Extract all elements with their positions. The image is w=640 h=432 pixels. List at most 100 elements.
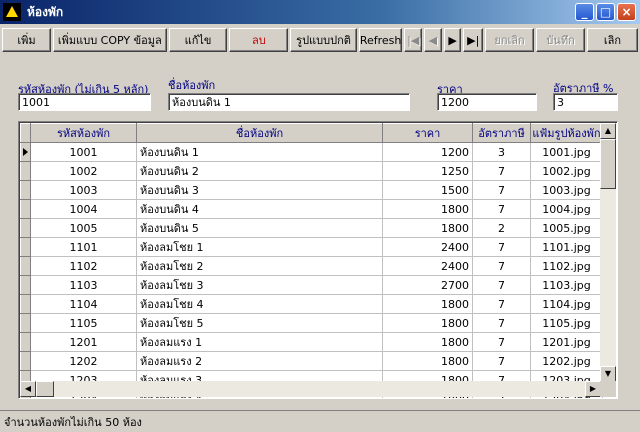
column-header-price[interactable]: ราคา [382, 123, 473, 143]
table-row[interactable]: 1001 ห้องบนดิน 1 1200 3 1001.jpg [20, 142, 603, 162]
table-row[interactable]: 1102 ห้องลมโชย 2 2400 7 1102.jpg [20, 256, 603, 276]
last-record-button[interactable]: ▶| [463, 28, 484, 52]
cell-room-id[interactable]: 1102 [30, 256, 137, 276]
room-id-input[interactable] [18, 93, 151, 111]
cell-room-id[interactable]: 1104 [30, 294, 137, 314]
cell-price[interactable]: 1200 [382, 142, 473, 162]
room-grid[interactable]: รหัสห้องพัก ชื่อห้องพัก ราคา อัตราภาษี แ… [18, 121, 618, 399]
cell-room-id[interactable]: 1105 [30, 313, 137, 333]
close-icon[interactable]: × [617, 3, 636, 21]
row-indicator[interactable] [20, 275, 31, 295]
delete-button[interactable]: ลบ [229, 28, 289, 52]
add-copy-button[interactable]: เพิ่มแบบ COPY ข้อมูล [53, 28, 167, 52]
add-button[interactable]: เพิ่ม [2, 28, 51, 52]
table-row[interactable]: 1201 ห้องลมแรง 1 1800 7 1201.jpg [20, 332, 603, 352]
cell-room-id[interactable]: 1002 [30, 161, 137, 181]
scroll-left-icon[interactable]: ◀ [20, 381, 36, 397]
cell-price[interactable]: 1800 [382, 351, 473, 371]
column-header-image-file[interactable]: แฟ้มรูปห้องพัก [530, 123, 603, 143]
cell-price[interactable]: 1800 [382, 332, 473, 352]
cell-room-name[interactable]: ห้องบนดิน 5 [136, 218, 383, 238]
cell-price[interactable]: 1800 [382, 218, 473, 238]
cell-room-id[interactable]: 1103 [30, 275, 137, 295]
refresh-button[interactable]: Refresh [358, 28, 403, 52]
cell-room-id[interactable]: 1201 [30, 332, 137, 352]
prev-record-button[interactable]: ◀ [424, 28, 442, 52]
cell-room-name[interactable]: ห้องลมแรง 2 [136, 351, 383, 371]
cell-room-id[interactable]: 1003 [30, 180, 137, 200]
table-row[interactable]: 1103 ห้องลมโชย 3 2700 7 1103.jpg [20, 275, 603, 295]
row-indicator[interactable] [20, 142, 31, 162]
row-indicator[interactable] [20, 161, 31, 181]
horizontal-scroll-thumb[interactable] [36, 381, 54, 397]
cell-room-name[interactable]: ห้องลมโชย 2 [136, 256, 383, 276]
edit-button[interactable]: แก้ไข [168, 28, 228, 52]
cell-room-id[interactable]: 1005 [30, 218, 137, 238]
cell-tax[interactable]: 3 [472, 142, 531, 162]
cell-room-id[interactable]: 1004 [30, 199, 137, 219]
column-header-room-name[interactable]: ชื่อห้องพัก [136, 123, 383, 143]
room-name-input[interactable] [168, 93, 410, 111]
scroll-up-icon[interactable]: ▲ [600, 123, 616, 139]
first-record-button[interactable]: |◀ [404, 28, 423, 52]
cell-image-file[interactable]: 1201.jpg [530, 332, 603, 352]
cancel-button[interactable]: ยกเลิก [485, 28, 535, 52]
cell-tax[interactable]: 7 [472, 313, 531, 333]
cell-room-id[interactable]: 1202 [30, 351, 137, 371]
cell-price[interactable]: 1800 [382, 294, 473, 314]
table-row[interactable]: 1002 ห้องบนดิน 2 1250 7 1002.jpg [20, 161, 603, 181]
cell-tax[interactable]: 7 [472, 332, 531, 352]
normal-view-button[interactable]: รูปแบบปกติ [290, 28, 357, 52]
next-record-button[interactable]: ▶ [443, 28, 462, 52]
cell-room-name[interactable]: ห้องบนดิน 2 [136, 161, 383, 181]
row-indicator[interactable] [20, 218, 31, 238]
cell-image-file[interactable]: 1003.jpg [530, 180, 603, 200]
cell-tax[interactable]: 7 [472, 294, 531, 314]
cell-tax[interactable]: 7 [472, 351, 531, 371]
exit-button[interactable]: เลิก [587, 28, 638, 52]
save-button[interactable]: บันทึก [536, 28, 586, 52]
cell-tax[interactable]: 7 [472, 180, 531, 200]
cell-price[interactable]: 2400 [382, 256, 473, 276]
cell-price[interactable]: 2700 [382, 275, 473, 295]
title-bar[interactable]: ห้องพัก _ □ × [0, 0, 640, 24]
column-header-tax[interactable]: อัตราภาษี [472, 123, 531, 143]
cell-tax[interactable]: 7 [472, 199, 531, 219]
vertical-scroll-thumb[interactable] [600, 139, 616, 189]
scroll-down-icon[interactable]: ▼ [600, 366, 616, 382]
cell-price[interactable]: 1500 [382, 180, 473, 200]
cell-room-name[interactable]: ห้องลมโชย 4 [136, 294, 383, 314]
cell-room-name[interactable]: ห้องบนดิน 3 [136, 180, 383, 200]
row-indicator[interactable] [20, 351, 31, 371]
table-row[interactable]: 1101 ห้องลมโชย 1 2400 7 1101.jpg [20, 237, 603, 257]
cell-tax[interactable]: 2 [472, 218, 531, 238]
row-indicator[interactable] [20, 294, 31, 314]
cell-tax[interactable]: 7 [472, 275, 531, 295]
row-indicator[interactable] [20, 237, 31, 257]
cell-room-name[interactable]: ห้องลมโชย 3 [136, 275, 383, 295]
cell-room-name[interactable]: ห้องบนดิน 1 [136, 142, 383, 162]
table-row[interactable]: 1004 ห้องบนดิน 4 1800 7 1004.jpg [20, 199, 603, 219]
cell-room-name[interactable]: ห้องลมโชย 5 [136, 313, 383, 333]
cell-room-name[interactable]: ห้องลมโชย 1 [136, 237, 383, 257]
tax-input[interactable] [553, 93, 618, 111]
cell-price[interactable]: 1800 [382, 199, 473, 219]
vertical-scrollbar[interactable]: ▲ ▼ [600, 123, 616, 382]
cell-image-file[interactable]: 1102.jpg [530, 256, 603, 276]
cell-image-file[interactable]: 1001.jpg [530, 142, 603, 162]
minimize-icon[interactable]: _ [575, 3, 594, 21]
cell-room-id[interactable]: 1001 [30, 142, 137, 162]
cell-price[interactable]: 1800 [382, 313, 473, 333]
cell-room-name[interactable]: ห้องบนดิน 4 [136, 199, 383, 219]
cell-price[interactable]: 2400 [382, 237, 473, 257]
row-indicator[interactable] [20, 332, 31, 352]
row-indicator[interactable] [20, 180, 31, 200]
row-indicator[interactable] [20, 313, 31, 333]
row-indicator[interactable] [20, 256, 31, 276]
column-header-room-id[interactable]: รหัสห้องพัก [30, 123, 137, 143]
cell-tax[interactable]: 7 [472, 237, 531, 257]
table-row[interactable]: 1104 ห้องลมโชย 4 1800 7 1104.jpg [20, 294, 603, 314]
cell-image-file[interactable]: 1004.jpg [530, 199, 603, 219]
horizontal-scrollbar[interactable]: ◀ ▶ [20, 381, 601, 397]
table-row[interactable]: 1202 ห้องลมแรง 2 1800 7 1202.jpg [20, 351, 603, 371]
